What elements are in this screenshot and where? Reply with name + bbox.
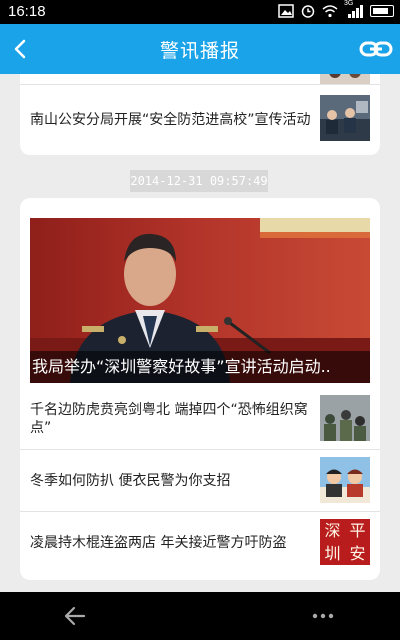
news-title: 冬季如何防扒 便衣民警为你支招	[30, 472, 231, 489]
list-item[interactable]: 凌晨持木棍连盗两店 年关接近警方吁防盗 深 平 圳 安	[20, 512, 380, 573]
status-time: 16:18	[8, 3, 46, 20]
news-thumbnail	[320, 74, 370, 84]
news-card: 我局举办“深圳警察好故事”宣讲活动启动.. 千名边防虎贲亮剑粤北 端掉四个“恐怖…	[20, 198, 380, 580]
thumb-glyph: 安	[349, 544, 366, 563]
arrow-left-icon	[64, 606, 86, 626]
thumb-glyph: 圳	[324, 544, 341, 563]
feed-timestamp: 2014-12-31 09:57:49	[130, 170, 268, 192]
system-nav-bar	[0, 592, 400, 640]
list-item[interactable]: 南山公安分局开展“安全防范进高校”宣传活动	[20, 85, 380, 155]
thumb-glyph: 平	[349, 521, 366, 540]
list-item-partial[interactable]	[20, 74, 380, 85]
cellular-signal-icon: 3G	[344, 0, 364, 18]
system-menu-button[interactable]	[310, 604, 336, 628]
status-icons: 3G	[278, 0, 394, 18]
news-thumbnail	[320, 457, 370, 503]
news-thumbnail	[320, 95, 370, 141]
page-title: 警讯播报	[159, 40, 240, 62]
news-title: 凌晨持木棍连盗两店 年关接近警方吁防盗	[30, 534, 287, 551]
news-title: 千名边防虎贲亮剑粤北 端掉四个“恐怖组织窝点”	[30, 401, 308, 436]
thumb-glyph: 深	[324, 521, 341, 540]
news-title: 南山公安分局开展“安全防范进高校”宣传活动	[30, 112, 311, 128]
gallery-icon	[278, 4, 294, 18]
news-thumbnail: 深 平 圳 安	[320, 519, 370, 565]
headline-caption: 我局举办“深圳警察好故事”宣讲活动启动..	[30, 351, 370, 383]
battery-icon	[370, 5, 394, 17]
list-item[interactable]: 冬季如何防扒 便衣民警为你支招	[20, 450, 380, 512]
link-icon	[359, 41, 393, 57]
alarm-clock-icon	[300, 4, 316, 18]
news-thumbnail	[320, 395, 370, 441]
network-type-label: 3G	[344, 0, 354, 7]
headline-banner[interactable]: 我局举办“深圳警察好故事”宣讲活动启动..	[30, 218, 370, 383]
news-card: 南山公安分局开展“安全防范进高校”宣传活动	[20, 74, 380, 155]
system-back-button[interactable]	[60, 602, 90, 630]
list-item[interactable]: 千名边防虎贲亮剑粤北 端掉四个“恐怖组织窝点”	[20, 388, 380, 450]
news-feed[interactable]: 南山公安分局开展“安全防范进高校”宣传活动 2014-12-31 09:57:4…	[0, 74, 400, 592]
share-link-button[interactable]	[358, 33, 394, 65]
wifi-icon	[322, 4, 338, 18]
more-dots-icon	[312, 613, 334, 619]
status-bar: 16:18 3G	[0, 0, 400, 24]
app-bar: 警讯播报	[0, 24, 400, 74]
